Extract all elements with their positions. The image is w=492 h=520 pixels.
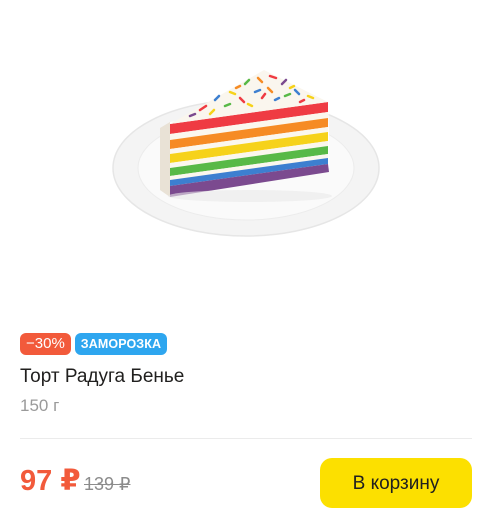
old-price: 139 ₽ — [84, 474, 131, 494]
badge-row: −30% ЗАМОРОЗКА — [20, 333, 168, 355]
frozen-badge: ЗАМОРОЗКА — [74, 333, 168, 355]
product-image[interactable] — [0, 0, 492, 325]
product-weight: 150 г — [20, 396, 60, 415]
add-to-cart-button[interactable]: В корзину — [320, 458, 472, 508]
divider — [20, 438, 472, 439]
cake-on-plate-illustration — [112, 70, 380, 237]
discount-badge: −30% — [20, 333, 71, 355]
current-price: 97 ₽ — [20, 465, 81, 497]
product-title[interactable]: Торт Радуга Бенье — [20, 366, 184, 388]
product-card[interactable]: −30% ЗАМОРОЗКА Торт Радуга Бенье 150 г 9… — [0, 0, 492, 520]
